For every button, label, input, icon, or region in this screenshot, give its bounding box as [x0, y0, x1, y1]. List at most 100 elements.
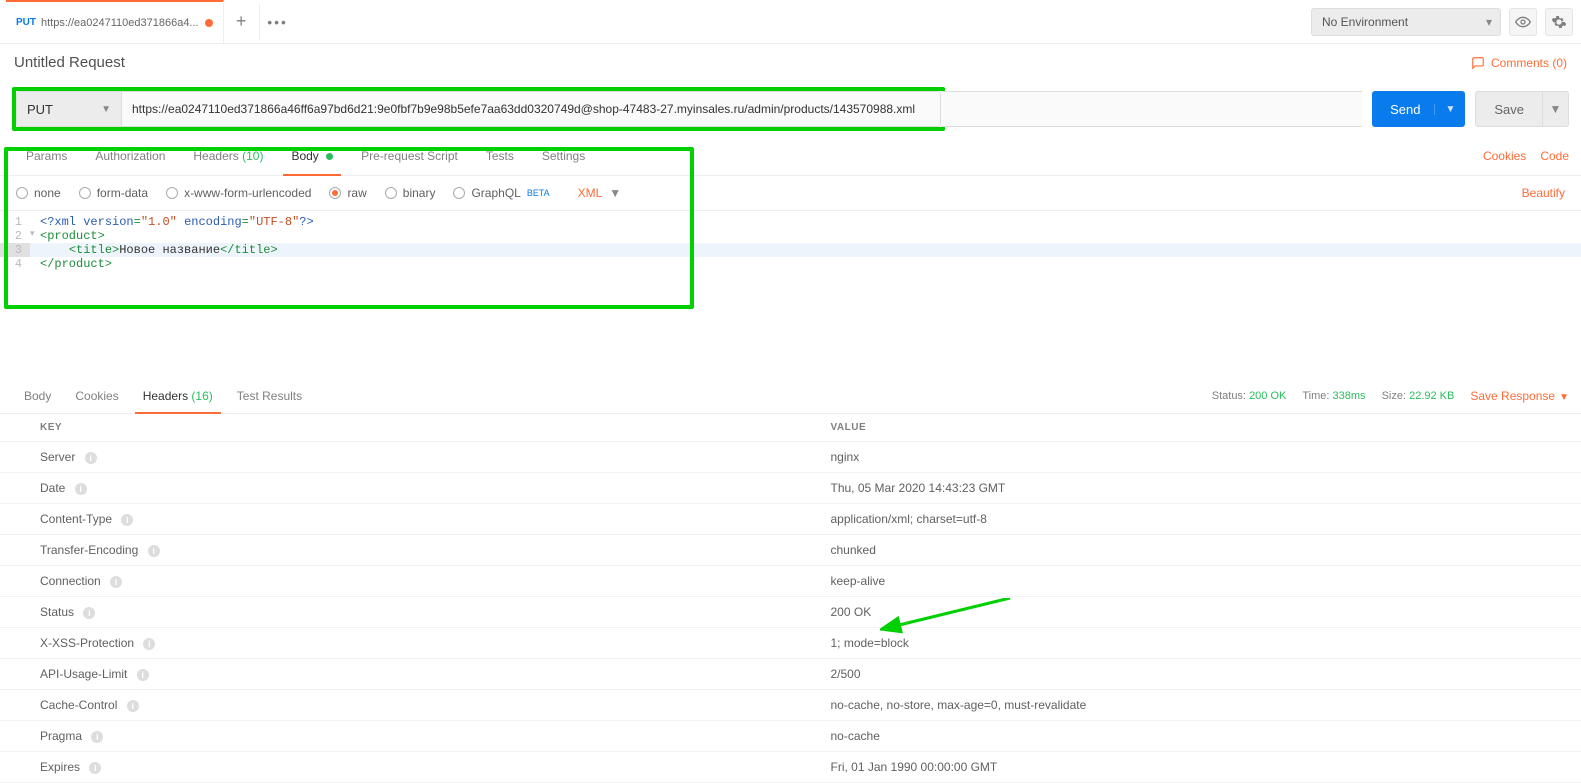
info-icon: i [137, 669, 149, 681]
new-tab-button[interactable]: + [224, 4, 260, 40]
header-key: API-Usage-Limit i [0, 659, 791, 690]
top-bar-right: No Environment [1311, 8, 1573, 36]
info-icon: i [121, 514, 133, 526]
save-label: Save [1494, 102, 1524, 117]
environment-label: No Environment [1322, 15, 1408, 29]
resp-tab-body[interactable]: Body [12, 379, 63, 413]
info-icon: i [83, 607, 95, 619]
response-tabs-row: Body Cookies Headers (16) Test Results S… [0, 379, 1581, 414]
top-bar: PUT https://ea0247110ed371866a4... + •••… [0, 0, 1581, 44]
environment-preview-button[interactable] [1509, 8, 1537, 36]
comments-label: Comments (0) [1491, 56, 1567, 70]
info-icon: i [143, 638, 155, 650]
header-key: Pragma i [0, 721, 791, 752]
time-meta: Time: 338ms [1302, 390, 1365, 402]
table-row: API-Usage-Limit i2/500 [0, 659, 1581, 690]
header-key: Status i [0, 597, 791, 628]
resp-tab-cookies[interactable]: Cookies [63, 379, 130, 413]
gear-icon [1551, 14, 1567, 30]
table-row: Pragma ino-cache [0, 721, 1581, 752]
info-icon: i [148, 545, 160, 557]
tab-method: PUT [16, 17, 36, 28]
table-row: Status i200 OK [0, 597, 1581, 628]
header-value: Fri, 01 Jan 1990 00:00:00 GMT [791, 752, 1581, 783]
header-value: nginx [791, 442, 1581, 473]
comments-button[interactable]: Comments (0) [1471, 56, 1567, 70]
body-editor-wrap: 1 <?xml version="1.0" encoding="UTF-8"?>… [0, 211, 1581, 309]
request-header: Untitled Request Comments (0) [0, 44, 1581, 81]
code-link[interactable]: Code [1540, 149, 1569, 163]
info-icon: i [127, 700, 139, 712]
method-value: PUT [27, 102, 53, 117]
header-value: no-cache, no-store, max-age=0, must-reva… [791, 690, 1581, 721]
environment-settings-button[interactable] [1545, 8, 1573, 36]
header-value: 200 OK [791, 597, 1581, 628]
url-row: PUT ▼ Send ▼ Save ▼ [0, 81, 1581, 137]
info-icon: i [110, 576, 122, 588]
table-row: Connection ikeep-alive [0, 566, 1581, 597]
method-select[interactable]: PUT ▼ [16, 91, 121, 127]
header-value: chunked [791, 535, 1581, 566]
response-tabs: Body Cookies Headers (16) Test Results [12, 379, 314, 413]
header-key: Server i [0, 442, 791, 473]
response-meta: Status: 200 OK Time: 338ms Size: 22.92 K… [1212, 389, 1569, 403]
annotation-box-url: PUT ▼ [12, 87, 945, 131]
info-icon: i [91, 731, 103, 743]
header-value: 2/500 [791, 659, 1581, 690]
cookies-link[interactable]: Cookies [1483, 149, 1526, 163]
comment-icon [1471, 56, 1485, 70]
info-icon: i [75, 483, 87, 495]
request-tabs: PUT https://ea0247110ed371866a4... + ••• [0, 0, 296, 44]
send-label: Send [1390, 102, 1420, 117]
tab-more-button[interactable]: ••• [260, 4, 296, 40]
url-input-ext[interactable] [941, 91, 1362, 127]
unsaved-dot-icon [205, 19, 213, 27]
header-key: Content-Type i [0, 504, 791, 535]
info-icon: i [85, 452, 97, 464]
header-key: Connection i [0, 566, 791, 597]
response-headers-table: KEY VALUE Server inginxDate iThu, 05 Mar… [0, 414, 1581, 783]
table-row: Cache-Control ino-cache, no-store, max-a… [0, 690, 1581, 721]
resp-tab-test-results[interactable]: Test Results [225, 379, 314, 413]
resp-headers-count: (16) [191, 389, 212, 403]
header-key: X-XSS-Protection i [0, 628, 791, 659]
header-value: no-cache [791, 721, 1581, 752]
save-button[interactable]: Save [1475, 91, 1543, 127]
subtab-links: Cookies Code [1483, 149, 1569, 163]
table-row: Server inginx [0, 442, 1581, 473]
annotation-box-body [4, 147, 694, 309]
chevron-down-icon: ▼ [1559, 392, 1569, 403]
tab-label: https://ea0247110ed371866a4... [41, 17, 199, 29]
request-title: Untitled Request [14, 54, 125, 71]
chevron-down-icon[interactable]: ▼ [1434, 104, 1455, 115]
table-row: Content-Type iapplication/xml; charset=u… [0, 504, 1581, 535]
resp-tab-headers-label: Headers [143, 389, 188, 403]
table-row: Transfer-Encoding ichunked [0, 535, 1581, 566]
table-row: X-XSS-Protection i1; mode=block [0, 628, 1581, 659]
url-input[interactable] [121, 91, 941, 127]
save-dropdown-button[interactable]: ▼ [1543, 91, 1569, 127]
table-row: Date iThu, 05 Mar 2020 14:43:23 GMT [0, 473, 1581, 504]
environment-select[interactable]: No Environment [1311, 8, 1501, 36]
header-key: Cache-Control i [0, 690, 791, 721]
header-value: application/xml; charset=utf-8 [791, 504, 1581, 535]
info-icon: i [89, 762, 101, 774]
send-button[interactable]: Send ▼ [1372, 91, 1465, 127]
col-value: VALUE [791, 414, 1581, 442]
size-meta: Size: 22.92 KB [1382, 390, 1455, 402]
status-meta: Status: 200 OK [1212, 390, 1287, 402]
header-value: keep-alive [791, 566, 1581, 597]
beautify-link[interactable]: Beautify [1522, 186, 1565, 200]
col-key: KEY [0, 414, 791, 442]
request-tab[interactable]: PUT https://ea0247110ed371866a4... [6, 0, 224, 44]
header-key: Date i [0, 473, 791, 504]
header-value: 1; mode=block [791, 628, 1581, 659]
table-row: Expires iFri, 01 Jan 1990 00:00:00 GMT [0, 752, 1581, 783]
save-response-button[interactable]: Save Response▼ [1470, 389, 1569, 403]
header-key: Transfer-Encoding i [0, 535, 791, 566]
header-value: Thu, 05 Mar 2020 14:43:23 GMT [791, 473, 1581, 504]
chevron-down-icon: ▼ [101, 104, 111, 115]
eye-icon [1515, 14, 1531, 30]
resp-tab-headers[interactable]: Headers (16) [131, 379, 225, 413]
header-key: Expires i [0, 752, 791, 783]
